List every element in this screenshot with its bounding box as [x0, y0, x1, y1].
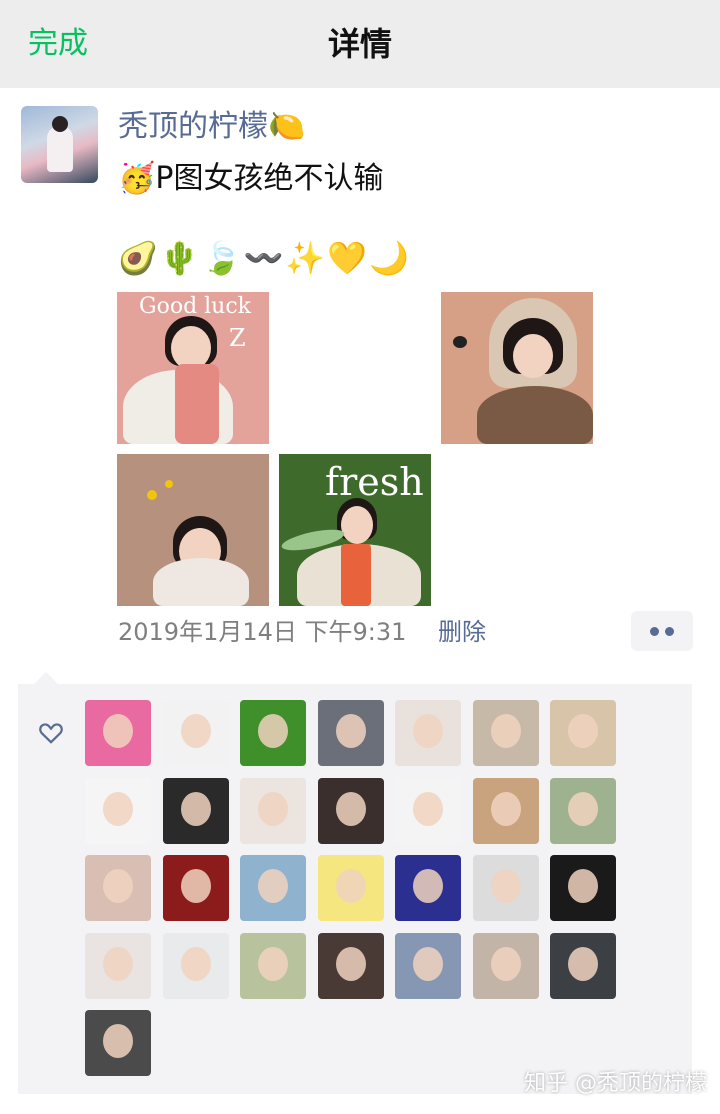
- avatar-subject: [258, 946, 288, 981]
- avatar-subject: [103, 869, 133, 903]
- liker-avatar[interactable]: [85, 855, 151, 921]
- avatar-subject: [490, 869, 521, 903]
- avatar-subject: [413, 791, 443, 826]
- star-sticker-icon: [165, 480, 173, 488]
- liker-avatar[interactable]: [162, 932, 229, 999]
- more-actions-button[interactable]: [631, 611, 693, 651]
- star-sticker-icon: [147, 490, 157, 500]
- avatar-subject: [413, 714, 443, 748]
- liker-avatar[interactable]: [317, 932, 384, 999]
- liker-avatar[interactable]: [85, 700, 151, 766]
- liker-avatar[interactable]: [85, 932, 151, 999]
- liker-avatar[interactable]: [472, 700, 539, 766]
- avatar-subject: [490, 946, 521, 981]
- delete-button[interactable]: 删除: [438, 612, 486, 652]
- avatar-subject: [568, 791, 598, 826]
- avatar-subject: [103, 1024, 133, 1058]
- avatar-subject: [335, 869, 366, 903]
- post-emoji-line: 🥑🌵🍃〰️✨💛🌙: [118, 239, 411, 277]
- avatar-subject: [258, 714, 288, 748]
- post-photo-1[interactable]: Good luck Z: [117, 292, 269, 444]
- liker-avatar[interactable]: [162, 777, 229, 844]
- avatar-subject: [258, 869, 288, 903]
- liker-avatar[interactable]: [240, 700, 306, 766]
- liker-avatar[interactable]: [550, 777, 616, 844]
- liker-avatar[interactable]: [472, 932, 539, 999]
- avatar-subject: [335, 714, 366, 748]
- liker-avatar[interactable]: [395, 932, 461, 999]
- dot-icon: [650, 627, 659, 636]
- liker-avatar[interactable]: [472, 855, 539, 921]
- liker-avatar[interactable]: [317, 855, 384, 921]
- avatar-subject: [413, 869, 443, 903]
- avatar-subject: [413, 946, 443, 981]
- avatar-subject: [335, 791, 366, 826]
- liker-avatar[interactable]: [240, 932, 306, 999]
- post-timestamp: 2019年1月14日 下午9:31: [118, 618, 407, 646]
- liker-avatar[interactable]: [240, 777, 306, 844]
- avatar-subject: [180, 869, 211, 903]
- photo-scribble: Z: [229, 324, 246, 352]
- avatar-subject: [335, 946, 366, 981]
- liker-avatar[interactable]: [317, 777, 384, 844]
- avatar-subject: [568, 714, 598, 748]
- avatar-subject: [103, 791, 133, 826]
- avatar-head: [52, 116, 68, 132]
- photo-caption: Good luck: [139, 294, 251, 319]
- post-photo-2[interactable]: [441, 292, 593, 444]
- post-photo-3[interactable]: [117, 454, 269, 606]
- likes-pointer: [34, 672, 58, 684]
- liker-avatar[interactable]: [395, 855, 461, 921]
- avatar-subject: [490, 714, 521, 748]
- liker-avatar[interactable]: [240, 855, 306, 921]
- liker-avatar[interactable]: [550, 932, 616, 999]
- post-photo-4[interactable]: fresh: [279, 454, 431, 606]
- author-avatar[interactable]: [21, 106, 98, 183]
- liker-avatar[interactable]: [162, 700, 229, 766]
- liker-avatar[interactable]: [550, 855, 616, 921]
- avatar-subject: [258, 791, 288, 826]
- page-title: 详情: [327, 25, 392, 63]
- avatar-subject: [568, 869, 598, 903]
- avatar-subject: [180, 714, 211, 748]
- liker-avatar[interactable]: [85, 1010, 151, 1076]
- liker-avatar[interactable]: [550, 700, 616, 766]
- avatar-subject: [180, 946, 211, 981]
- avatar-subject: [568, 946, 598, 981]
- navigation-bar: 完成 详情: [0, 0, 720, 88]
- photo-caption: fresh: [325, 460, 424, 504]
- avatar-figure: [47, 126, 73, 172]
- post-text: 🥳P图女孩绝不认输: [118, 161, 384, 196]
- avatar-subject: [103, 714, 133, 748]
- liker-avatar[interactable]: [317, 700, 384, 766]
- liker-avatar[interactable]: [85, 777, 151, 844]
- watermark: 知乎 @秃顶的柠檬: [524, 1071, 707, 1096]
- author-name[interactable]: 秃顶的柠檬🍋: [118, 106, 305, 148]
- liker-avatar[interactable]: [395, 700, 461, 766]
- avatar-subject: [490, 791, 521, 826]
- avatar-subject: [180, 791, 211, 826]
- heart-sticker-icon: [453, 336, 467, 348]
- liker-avatar[interactable]: [472, 777, 539, 844]
- avatar-subject: [103, 946, 133, 981]
- liker-avatar[interactable]: [162, 855, 229, 921]
- heart-outline-icon: [39, 723, 63, 744]
- liker-avatar[interactable]: [395, 777, 461, 844]
- dot-icon: [665, 627, 674, 636]
